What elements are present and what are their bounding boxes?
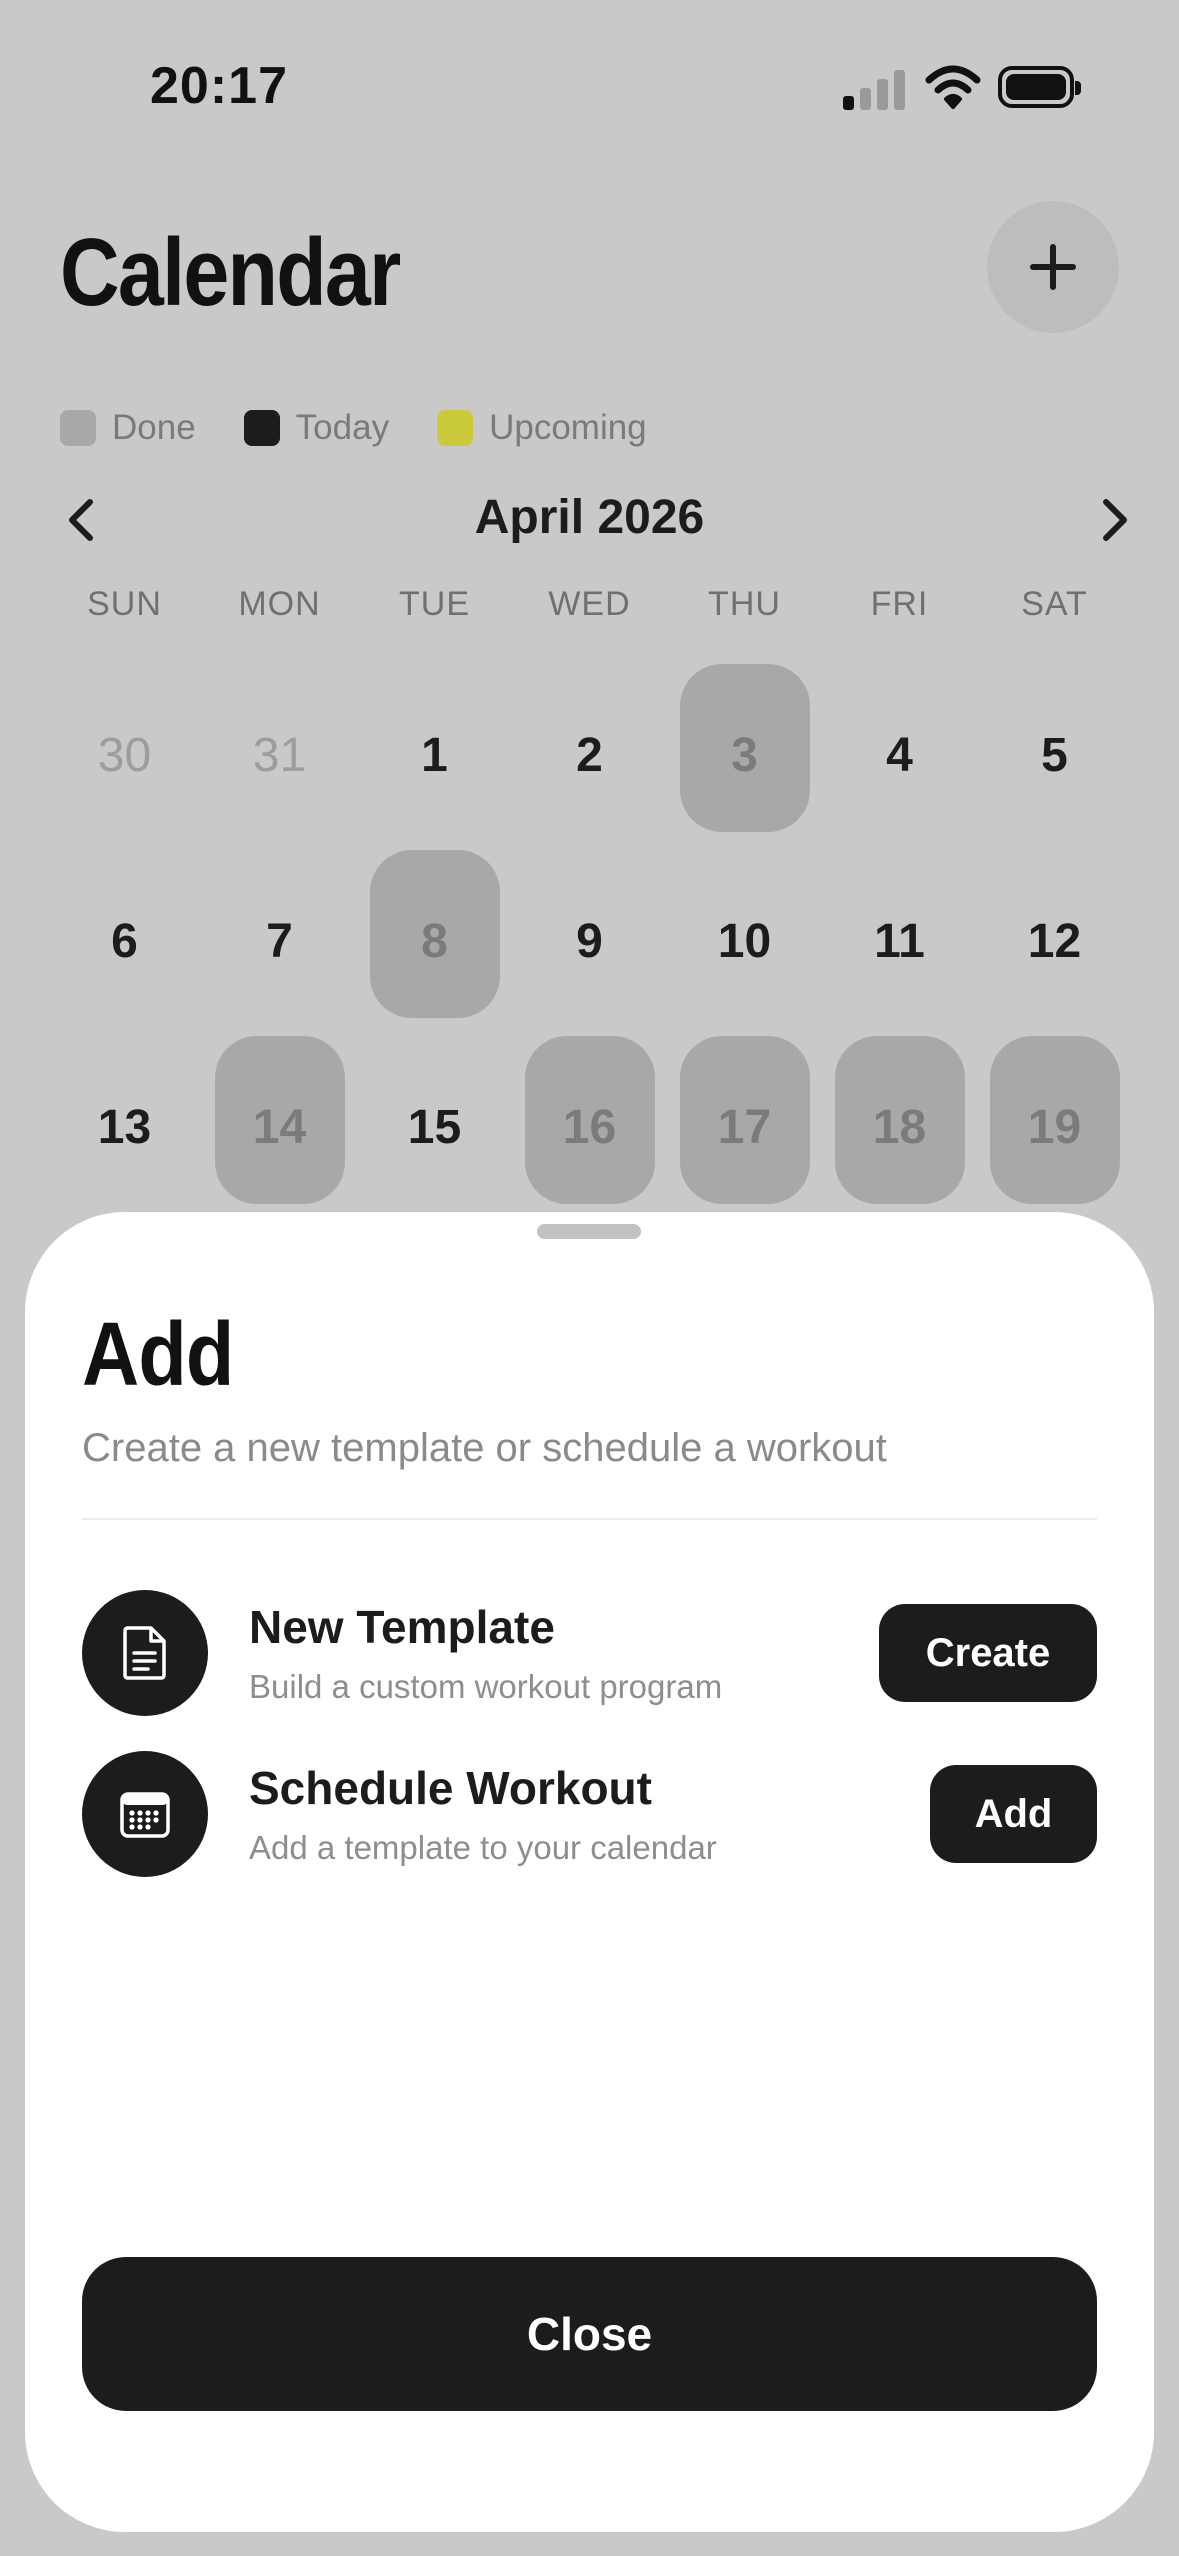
calendar-day[interactable]: 8	[357, 848, 512, 1034]
day-number: 9	[576, 914, 603, 968]
weekday-header: SUN MON TUE WED THU FRI SAT	[47, 585, 1132, 624]
day-number: 14	[252, 1100, 307, 1154]
add-sheet: Add Create a new template or schedule a …	[25, 1212, 1154, 2532]
close-button[interactable]: Close	[82, 2257, 1097, 2411]
calendar-day[interactable]: 30	[47, 662, 202, 848]
calendar-day[interactable]: 7	[202, 848, 357, 1034]
sheet-subtitle: Create a new template or schedule a work…	[82, 1426, 887, 1470]
action-title: Schedule Workout	[249, 1762, 652, 1814]
calendar-day[interactable]: 10	[667, 848, 822, 1034]
legend-swatch-today	[243, 410, 280, 446]
action-title: New Template	[249, 1601, 555, 1653]
document-icon	[123, 1626, 166, 1680]
legend-item-upcoming: Upcoming	[437, 408, 647, 448]
day-number: 7	[266, 914, 293, 968]
weekday-fri: FRI	[870, 585, 929, 623]
calendar-day[interactable]: 17	[667, 1034, 822, 1220]
calendar-day[interactable]: 9	[512, 848, 667, 1034]
day-number: 8	[421, 914, 448, 968]
day-number: 1	[421, 728, 448, 782]
day-number: 5	[1041, 728, 1068, 782]
month-navigation: April 2026	[40, 480, 1139, 560]
calendar-icon	[120, 1792, 170, 1838]
day-number: 12	[1027, 914, 1082, 968]
status-time: 20:17	[150, 57, 288, 115]
calendar-day[interactable]: 31	[202, 662, 357, 848]
day-number: 31	[252, 728, 307, 782]
calendar-day[interactable]: 13	[47, 1034, 202, 1220]
calendar-day[interactable]: 12	[977, 848, 1132, 1034]
day-number: 15	[407, 1100, 462, 1154]
calendar-day[interactable]: 5	[977, 662, 1132, 848]
day-number: 2	[576, 728, 603, 782]
new-template-row: New Template Build a custom workout prog…	[82, 1590, 1097, 1716]
cellular-signal-icon	[843, 68, 905, 110]
schedule-workout-icon-badge	[82, 1751, 208, 1877]
weekday-sun: SUN	[87, 585, 162, 623]
legend-label: Today	[295, 408, 390, 447]
legend-item-today: Today	[243, 408, 390, 448]
legend-label: Upcoming	[489, 408, 647, 447]
legend-swatch-done	[60, 410, 96, 446]
calendar-day[interactable]: 19	[977, 1034, 1132, 1220]
day-number: 16	[562, 1100, 617, 1154]
weekday-wed: WED	[548, 585, 631, 623]
legend-label: Done	[112, 408, 196, 447]
add-button[interactable]	[987, 201, 1119, 333]
day-number: 11	[874, 914, 925, 968]
day-number: 19	[1027, 1100, 1082, 1154]
chevron-right-icon[interactable]	[1088, 494, 1140, 546]
schedule-workout-row: Schedule Workout Add a template to your …	[82, 1751, 1097, 1877]
sheet-title: Add	[82, 1305, 234, 1405]
calendar-day[interactable]: 1	[357, 662, 512, 848]
calendar-day[interactable]: 6	[47, 848, 202, 1034]
create-template-button[interactable]: Create	[879, 1604, 1097, 1702]
weekday-mon: MON	[238, 585, 321, 623]
month-title: April 2026	[474, 491, 705, 544]
day-number: 6	[111, 914, 138, 968]
new-template-icon-badge	[82, 1590, 208, 1716]
day-number: 18	[872, 1100, 927, 1154]
divider	[82, 1518, 1097, 1520]
calendar-day[interactable]: 3	[667, 662, 822, 848]
status-bar: 20:17	[0, 0, 1179, 170]
day-number: 10	[717, 914, 772, 968]
calendar-day[interactable]: 18	[822, 1034, 977, 1220]
action-description: Add a template to your calendar	[249, 1829, 717, 1866]
day-number: 4	[886, 728, 913, 782]
legend-swatch-upcoming	[437, 410, 474, 446]
plus-icon	[1030, 244, 1076, 290]
legend-item-done: Done	[60, 408, 196, 448]
add-workout-button[interactable]: Add	[930, 1765, 1097, 1863]
weekday-sat: SAT	[1021, 585, 1088, 623]
legend: Done Today Upcoming	[60, 408, 695, 448]
weekday-tue: TUE	[399, 585, 470, 623]
calendar-day[interactable]: 16	[512, 1034, 667, 1220]
action-description: Build a custom workout program	[249, 1668, 723, 1705]
day-number: 13	[97, 1100, 152, 1154]
calendar-day[interactable]: 11	[822, 848, 977, 1034]
calendar-day[interactable]: 4	[822, 662, 977, 848]
battery-icon	[998, 66, 1081, 108]
day-number: 17	[717, 1100, 772, 1154]
calendar-day[interactable]: 2	[512, 662, 667, 848]
calendar-day[interactable]: 14	[202, 1034, 357, 1220]
weekday-thu: THU	[708, 585, 781, 623]
day-number: 3	[731, 728, 758, 782]
battery-fill	[1006, 74, 1066, 100]
page-title: Calendar	[60, 219, 401, 326]
calendar-day[interactable]: 15	[357, 1034, 512, 1220]
day-number: 30	[97, 728, 152, 782]
wifi-icon	[925, 65, 981, 109]
sheet-grabber[interactable]	[537, 1224, 641, 1239]
calendar-grid: 30 31 1 2 3 4 5 6 7 8 9 10 11 12 13 14 1…	[47, 662, 1132, 1220]
